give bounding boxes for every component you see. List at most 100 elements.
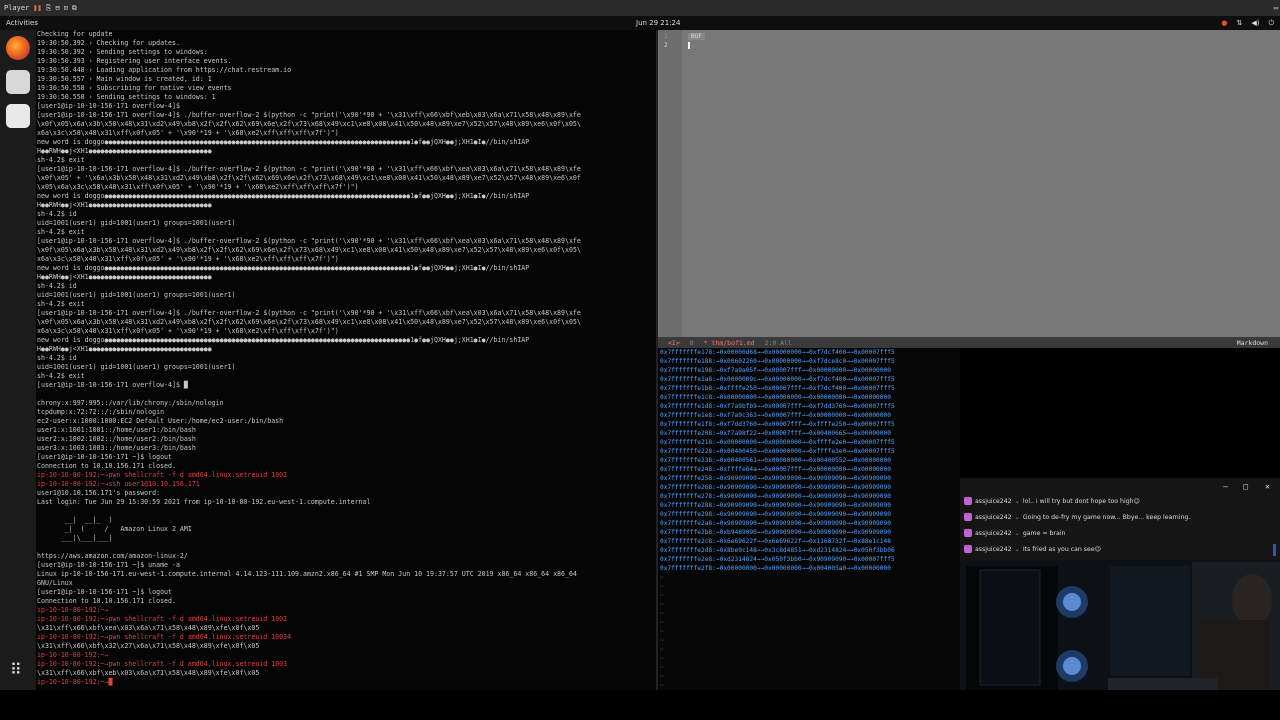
memory-line: 0x7fffffffe1f8:→0xf7dd3760→→0x00007fff→→…: [660, 421, 895, 428]
terminal-line: user2:x:1002:1002::/home/user2:/bin/bash: [37, 435, 196, 443]
maximize-icon[interactable]: □: [1243, 482, 1248, 491]
vm-control-icon[interactable]: ⧉: [72, 4, 77, 13]
terminal-pane[interactable]: Checking for update 19:30:50.392 › Checki…: [36, 30, 656, 690]
chat-window[interactable]: – □ ✕ assjuice242 ⌄ lol.. i will try but d…: [960, 478, 1280, 560]
mode-indicator: <I>: [668, 338, 680, 347]
cursor-position: 2:0 All: [764, 338, 792, 347]
terminal-line: \x0f\x05\x6a\x3b\x58\x48\x31\xd2\x49\xb8…: [37, 120, 581, 128]
chevron-down-icon: ⌄: [1014, 529, 1020, 537]
terminal-line: 19:30:50.392 › Sending settings to windo…: [37, 48, 208, 56]
vm-control-icon[interactable]: ⊟: [55, 4, 59, 12]
memory-line: 0x7fffffffe2e8:→0xd2314824→→0x050f3bb0→→…: [660, 556, 895, 563]
terminal-line: sh-4.2$ exit: [37, 156, 85, 164]
terminal-line: \x0f\x05\x6a\x3b\x58\x48\x31\xd2\x49\xb8…: [37, 246, 581, 254]
empty-line-marker: ~: [660, 628, 664, 635]
chat-scrollbar[interactable]: [1273, 544, 1276, 556]
empty-line-marker: ~: [660, 637, 664, 644]
vm-control-icon[interactable]: ⊡: [64, 4, 68, 12]
terminal-line: sh-4.2$ id: [37, 354, 77, 362]
terminal-line: H●●RWH●●j<XH1●●●●●●●●●●●●●●●●●●●●●●●●●●●…: [37, 345, 212, 353]
empty-line-marker: ~: [660, 583, 664, 590]
chat-text: lol.. i will try but dont hope too high😉: [1022, 497, 1140, 505]
memory-line: 0x7fffffffe1a8:→0x0000009c→→0x00000000→→…: [660, 376, 895, 383]
terminal-line: [user1@ip-10-10-156-171 overflow-4]$: [37, 102, 180, 110]
files-icon[interactable]: [6, 70, 30, 94]
gdb-memory-pane[interactable]: 0x7fffffffe178:→0x00000d68→→0x00000000→→…: [658, 348, 960, 690]
terminal-line: user3:x:1003:1003::/home/user3:/bin/bash: [37, 444, 196, 452]
memory-line: 0x7fffffffe1e8:→0xf7a9c363→→0x00007fff→→…: [660, 412, 891, 419]
chat-text: Going to de-fry my game now... Bbye... k…: [1022, 513, 1191, 521]
software-icon[interactable]: [6, 104, 30, 128]
empty-line-marker: ~: [660, 574, 664, 581]
close-icon[interactable]: ✕: [1265, 482, 1270, 491]
activities-button[interactable]: Activities: [6, 19, 38, 27]
chat-message: assjuice242 ⌄ Its fried as you can see😉: [964, 542, 1101, 556]
terminal-line: new word is doggo●●●●●●●●●●●●●●●●●●●●●●●…: [37, 192, 530, 200]
dock: ⠿: [0, 30, 36, 690]
memory-line: 0x7fffffffe218:→0x00000000→→0x00000000→→…: [660, 439, 895, 446]
terminal-line: \x31\xff\x66\xbf\xea\x03\x6a\x71\x58\x48…: [37, 624, 260, 632]
vm-minimize-icon[interactable]: ▭: [1274, 4, 1278, 12]
empty-line-marker: ~: [660, 655, 664, 662]
chevron-down-icon: ⌄: [1014, 513, 1020, 521]
terminal-line: [user1@ip-10-10-156-171 overflow-4]$ ./b…: [37, 165, 581, 173]
screen-bottom: [0, 690, 1280, 720]
terminal-line: [user1@ip-10-10-156-171 ~]$ uname -a: [37, 561, 180, 569]
vim-statusline: <I> 0 * thm/bof1.md 2:0 All Markdown: [658, 337, 1280, 348]
vim-editor[interactable]: 1 2 BOF: [658, 30, 1280, 337]
terminal-line: ip-10-10-80-192:~→pwn shellcraft -f d am…: [37, 471, 288, 479]
memory-line: 0x7fffffffe208:→0xf7a98f22→→0x00007fff→→…: [660, 430, 891, 437]
terminal-line: ip-10-10-80-192:~→ssh user1@10.10.156.17…: [37, 480, 200, 488]
terminal-line: uid=1001(user1) gid=1001(user1) groups=1…: [37, 363, 236, 371]
terminal-line: Checking for update: [37, 30, 113, 38]
editor-text[interactable]: BOF: [688, 33, 705, 40]
chevron-down-icon: ⌄: [1014, 545, 1020, 553]
record-icon[interactable]: ●: [1221, 19, 1227, 28]
terminal-line: sh-4.2$ id: [37, 282, 77, 290]
terminal-line: H●●RWH●●j<XH1●●●●●●●●●●●●●●●●●●●●●●●●●●●…: [37, 201, 212, 209]
terminal-line: x6a\x3c\x58\x48\x31\xff\x0f\x05' + '\x90…: [37, 129, 339, 137]
memory-line: 0x7fffffffe1b8:→0xffffe250→→0x00007fff→→…: [660, 385, 895, 392]
memory-line: 0x7fffffffe2a8:→0x90909090→→0x90909090→→…: [660, 520, 891, 527]
memory-line: 0x7fffffffe278:→0x90909090→→0x90909090→→…: [660, 493, 891, 500]
chat-message: assjuice242 ⌄ lol.. i will try but dont ho…: [964, 494, 1140, 508]
memory-line: 0x7fffffffe248:→0xffffe64a→→0x00007fff→→…: [660, 466, 891, 473]
terminal-line: uid=1001(user1) gid=1001(user1) groups=1…: [37, 291, 236, 299]
memory-line: 0x7fffffffe288:→0x90909090→→0x90909090→→…: [660, 502, 891, 509]
gnome-topbar: Activities Jun 29 21:24 ● ⇅ ◀) ⏻: [0, 16, 1280, 30]
terminal-line: https://aws.amazon.com/amazon-linux-2/: [37, 552, 188, 560]
chat-username: assjuice242: [975, 545, 1012, 553]
line-number-gutter: [658, 30, 682, 337]
memory-line: 0x7fffffffe178:→0x00000d68→→0x00000000→→…: [660, 349, 895, 356]
player-menu[interactable]: Player: [4, 4, 29, 12]
webcam-feed: [960, 560, 1280, 690]
terminal-line: __| __|_ ): [37, 516, 113, 524]
chat-username: assjuice242: [975, 529, 1012, 537]
terminal-line: Last login: Tue Jun 29 15:30:59 2021 fro…: [37, 498, 371, 506]
chat-username: assjuice242: [975, 513, 1012, 521]
vm-control-icon[interactable]: ⎘: [46, 4, 52, 13]
firefox-icon[interactable]: [6, 36, 30, 60]
terminal-line: new word is doggo●●●●●●●●●●●●●●●●●●●●●●●…: [37, 264, 530, 272]
terminal-line: uid=1001(user1) gid=1001(user1) groups=1…: [37, 219, 236, 227]
terminal-line: 19:30:50.393 › Registering user interfac…: [37, 57, 232, 65]
volume-icon[interactable]: ◀): [1251, 19, 1259, 28]
terminal-line: GNU/Linux: [37, 579, 73, 587]
memory-line: 0x7fffffffe198:→0xf7a9a05f→→0x00007fff→→…: [660, 367, 891, 374]
minimize-icon[interactable]: –: [1223, 482, 1228, 491]
memory-line: 0x7fffffffe228:→0x00400450→→0x00000000→→…: [660, 448, 895, 455]
terminal-line: H●●RWH●●j<XH1●●●●●●●●●●●●●●●●●●●●●●●●●●●…: [37, 147, 212, 155]
network-icon[interactable]: ⇅: [1236, 19, 1242, 28]
app-grid-icon[interactable]: ⠿: [10, 662, 22, 678]
pause-icon[interactable]: ❚❚: [33, 4, 41, 12]
terminal-line: Connection to 10.10.156.171 closed.: [37, 597, 176, 605]
terminal-line: new word is doggo●●●●●●●●●●●●●●●●●●●●●●●…: [37, 336, 530, 344]
clock[interactable]: Jun 29 21:24: [636, 19, 680, 27]
power-icon[interactable]: ⏻: [1268, 19, 1274, 28]
terminal-line: tcpdump:x:72:72::/:/sbin/nologin: [37, 408, 165, 416]
editor-cursor: [688, 42, 690, 49]
chat-message: assjuice242 ⌄ Going to de-fry my game now.…: [964, 510, 1190, 524]
